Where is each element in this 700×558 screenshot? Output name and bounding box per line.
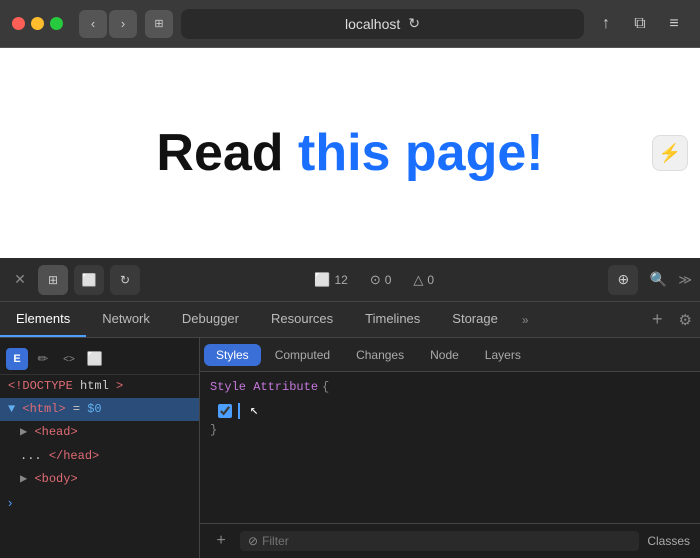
- filter-icon: ⊘: [248, 534, 258, 548]
- subtab-styles[interactable]: Styles: [204, 344, 261, 366]
- dom-prompt[interactable]: ›: [0, 491, 199, 514]
- devtools-layout-button[interactable]: ⊞: [38, 265, 68, 295]
- devtools-sidepanel-button[interactable]: ⬜: [74, 265, 104, 295]
- styles-panel: Styles Computed Changes Node Layers Styl…: [200, 338, 700, 558]
- traffic-light-red[interactable]: [12, 17, 25, 30]
- share-button[interactable]: ↑: [592, 10, 620, 38]
- element-picker-button[interactable]: ⊕: [608, 265, 638, 295]
- subtab-layers[interactable]: Layers: [473, 344, 533, 366]
- page-heading: Read this page!: [156, 123, 543, 183]
- warning-icon: △: [413, 272, 423, 288]
- add-style-rule-button[interactable]: +: [210, 530, 232, 552]
- console-icon: ⬜: [314, 272, 330, 288]
- classes-label: Classes: [647, 534, 690, 548]
- subtab-node[interactable]: Node: [418, 344, 471, 366]
- style-property-checkbox[interactable]: [218, 404, 232, 418]
- style-close-brace: }: [210, 423, 217, 437]
- tab-elements[interactable]: Elements: [0, 302, 86, 337]
- subtab-computed[interactable]: Computed: [263, 344, 342, 366]
- warning-badge: △ 0: [405, 272, 442, 288]
- edit-html-button[interactable]: ✏: [32, 348, 54, 370]
- error-icon: ⊙: [370, 272, 381, 288]
- sidebar-toggle-button[interactable]: ⊞: [145, 10, 173, 38]
- devtools-search-button[interactable]: 🔍: [644, 266, 672, 294]
- styles-subtabs: Styles Computed Changes Node Layers: [200, 338, 700, 372]
- warning-count: 0: [427, 273, 434, 287]
- styles-footer: + ⊘ Classes: [200, 523, 700, 558]
- forward-button[interactable]: ›: [109, 10, 137, 38]
- style-open-brace: {: [322, 380, 329, 394]
- dom-head-close-node: ... </head>: [0, 445, 199, 468]
- console-badge: ⬜ 12: [306, 272, 356, 288]
- error-count: 0: [385, 273, 392, 287]
- reload-button[interactable]: ↻: [408, 15, 420, 32]
- devtools-toolbar: ✕ ⊞ ⬜ ↻ ⬜ 12 ⊙ 0 △ 0 ⊕ 🔍 ≫: [0, 258, 700, 302]
- tabs-overflow-button[interactable]: »: [514, 302, 537, 337]
- tab-storage[interactable]: Storage: [436, 302, 514, 337]
- subtab-changes[interactable]: Changes: [344, 344, 416, 366]
- dom-html-node[interactable]: ▼ <html> = $0: [0, 398, 199, 421]
- reader-mode-button[interactable]: ⚡: [652, 135, 688, 171]
- nav-arrows: ‹ ›: [79, 10, 137, 38]
- heading-black: Read: [156, 124, 298, 182]
- tab-add-button[interactable]: +: [644, 302, 671, 337]
- dom-body-node[interactable]: ▶ <body>: [0, 468, 199, 491]
- html-source-button[interactable]: <>: [58, 348, 80, 370]
- traffic-light-green[interactable]: [50, 17, 63, 30]
- styles-content: Style Attribute { ↖ }: [200, 372, 700, 523]
- style-selector: Style Attribute: [210, 380, 318, 394]
- devtools-panel: ✕ ⊞ ⬜ ↻ ⬜ 12 ⊙ 0 △ 0 ⊕ 🔍 ≫ Elements Netw…: [0, 258, 700, 558]
- traffic-lights: [12, 17, 63, 30]
- tab-network[interactable]: Network: [86, 302, 166, 337]
- address-text: localhost: [345, 16, 400, 32]
- back-button[interactable]: ‹: [79, 10, 107, 38]
- tab-resources[interactable]: Resources: [255, 302, 349, 337]
- heading-blue: this page!: [298, 124, 544, 182]
- devtools-more[interactable]: ≫: [678, 272, 692, 288]
- extensions-button[interactable]: ≡: [660, 10, 688, 38]
- browser-chrome: ‹ › ⊞ localhost ↻ ↑ ⧉ ≡: [0, 0, 700, 48]
- reader-icon: ⚡: [659, 143, 681, 164]
- dom-panel: E ✏ <> ⬜ <!DOCTYPE html > ▼ <html> = $0 …: [0, 338, 200, 558]
- devtools-body: E ✏ <> ⬜ <!DOCTYPE html > ▼ <html> = $0 …: [0, 338, 700, 558]
- address-bar[interactable]: localhost ↻: [181, 9, 584, 39]
- devtools-close-button[interactable]: ✕: [8, 268, 32, 292]
- styles-filter-bar: ⊘: [240, 531, 639, 551]
- style-cursor: [238, 403, 240, 419]
- cursor-arrow-icon: ↖: [250, 402, 258, 419]
- prompt-arrow: ›: [8, 495, 12, 510]
- add-icon: +: [216, 532, 225, 550]
- style-rule-header: Style Attribute {: [210, 380, 690, 394]
- layout-panel-button[interactable]: ⬜: [84, 348, 106, 370]
- element-badge[interactable]: E: [6, 348, 28, 370]
- browser-actions: ↑ ⧉ ≡: [592, 10, 688, 38]
- style-rule-close: }: [210, 423, 690, 441]
- dom-head-node[interactable]: ▶ <head>: [0, 421, 199, 444]
- dom-doctype: <!DOCTYPE html >: [0, 375, 199, 398]
- tab-debugger[interactable]: Debugger: [166, 302, 255, 337]
- devtools-tabs: Elements Network Debugger Resources Time…: [0, 302, 700, 338]
- tabs-button[interactable]: ⧉: [626, 10, 654, 38]
- devtools-settings-button[interactable]: ⚙: [671, 302, 700, 337]
- tab-timelines[interactable]: Timelines: [349, 302, 436, 337]
- style-rule-body: ↖: [210, 398, 690, 423]
- traffic-light-yellow[interactable]: [31, 17, 44, 30]
- page-content: Read this page! ⚡: [0, 48, 700, 258]
- console-count: 12: [334, 273, 347, 287]
- styles-filter-input[interactable]: [262, 534, 631, 548]
- error-badge: ⊙ 0: [362, 272, 400, 288]
- classes-button[interactable]: Classes: [647, 534, 690, 548]
- dom-toolbar: E ✏ <> ⬜: [0, 344, 199, 375]
- devtools-reload-button[interactable]: ↻: [110, 265, 140, 295]
